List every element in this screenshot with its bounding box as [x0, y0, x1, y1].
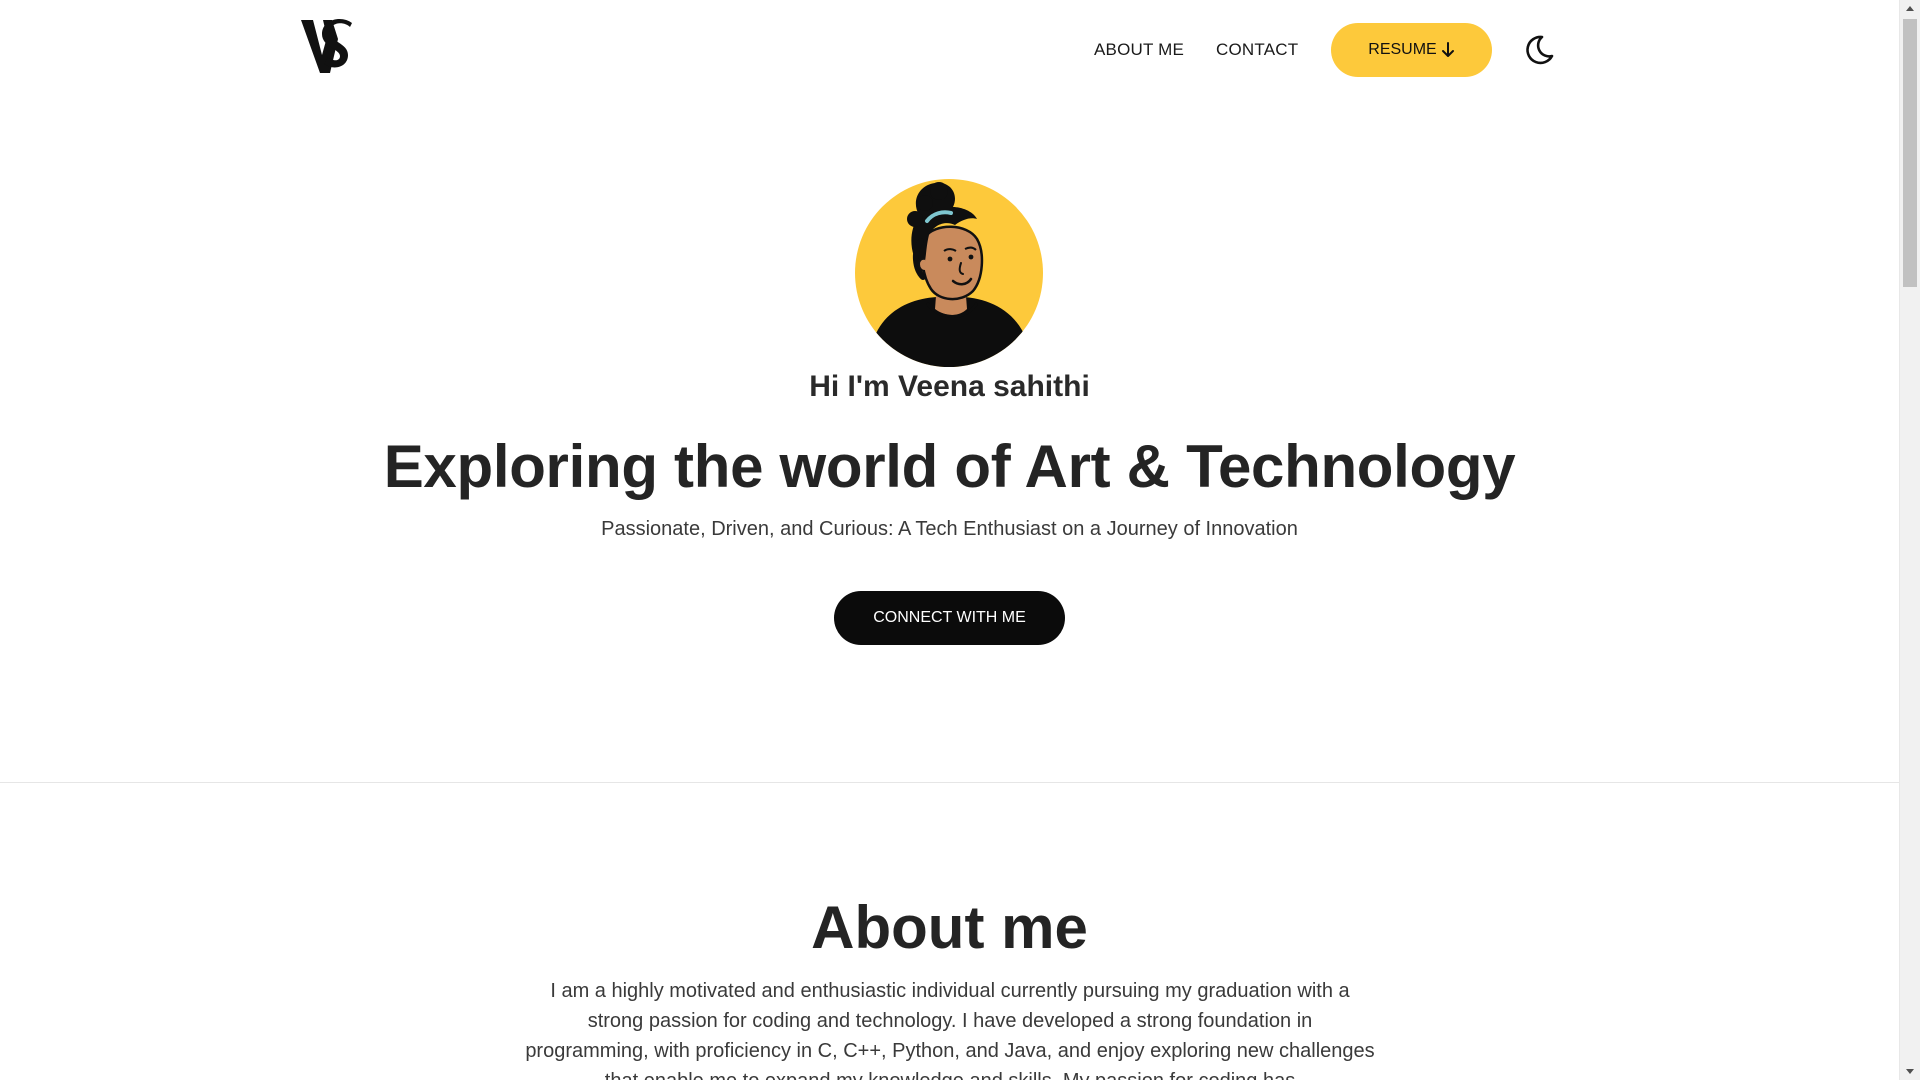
- hero-headline: Exploring the world of Art & Technology: [383, 433, 1516, 500]
- resume-button-label: RESUME: [1368, 41, 1437, 58]
- vertical-scrollbar[interactable]: [1899, 0, 1920, 1080]
- logo[interactable]: VS: [300, 17, 354, 73]
- nav-contact-link[interactable]: CONTACT: [1216, 40, 1298, 60]
- site-header: VS ABOUT ME CONTACT RESUME: [0, 0, 1899, 100]
- nav-about-link[interactable]: ABOUT ME: [1094, 40, 1184, 60]
- section-divider: [0, 782, 1899, 783]
- scroll-up-arrow-icon[interactable]: [1900, 0, 1920, 17]
- arrow-down-icon: [1441, 42, 1454, 57]
- resume-button[interactable]: RESUME: [1331, 23, 1492, 77]
- scroll-down-arrow-icon[interactable]: [1900, 1063, 1920, 1080]
- page: VS ABOUT ME CONTACT RESUME: [0, 0, 1899, 1080]
- hero-greeting: Hi I'm Veena sahithi: [809, 370, 1090, 403]
- about-title: About me: [811, 894, 1088, 961]
- hero-subline: Passionate, Driven, and Curious: A Tech …: [601, 518, 1298, 540]
- about-body: I am a highly motivated and enthusiastic…: [525, 980, 1375, 1080]
- avatar: [855, 179, 1043, 367]
- avatar-illustration: [873, 182, 1027, 367]
- scrollbar-thumb[interactable]: [1903, 19, 1917, 287]
- connect-with-me-button[interactable]: CONNECT WITH ME: [834, 591, 1065, 645]
- moon-icon[interactable]: [1523, 34, 1555, 66]
